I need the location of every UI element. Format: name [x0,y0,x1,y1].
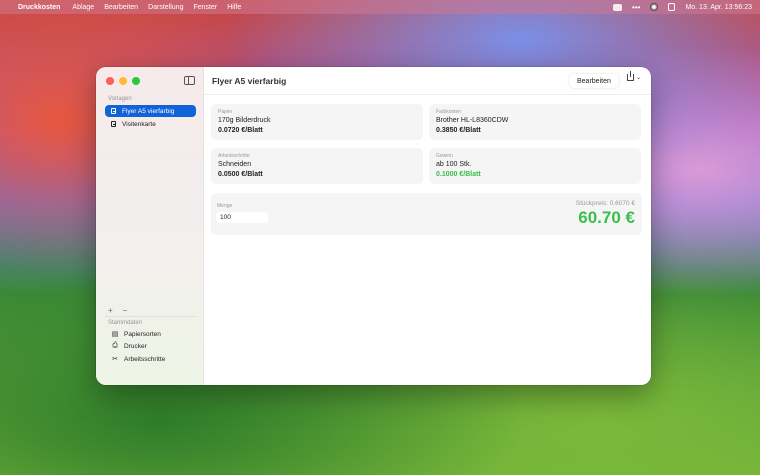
close-window-button[interactable] [106,77,114,85]
sidebar-divider [105,316,197,317]
zoom-window-button[interactable] [132,77,140,85]
sidebar-item-arbeitsschritte[interactable]: ✂ Arbeitsschritte [105,353,196,365]
sidebar-item-drucker[interactable]: ⎙ Drucker [105,340,196,352]
window-title: Flyer A5 vierfarbig [212,76,287,86]
templates-section-header: Vorlagen [108,96,132,102]
menu-darstellung[interactable]: Darstellung [148,4,183,11]
color-cost-card-name: Brother HL-L8360CDW [436,117,509,124]
work-steps-card-price: 0.0500 €/Blatt [218,171,263,178]
sidebar-item-label: Visitenkarte [122,120,156,128]
document-icon [111,121,116,127]
total-price: 60.70 € [578,208,635,227]
app-window: Vorlagen Flyer A5 vierfarbig Visitenkart… [96,67,651,385]
unit-price: Stückpreis: 0.6070 € [575,200,635,207]
color-cost-card-label: Farbkosten [436,109,462,115]
sidebar-toggle-icon[interactable] [184,76,195,85]
window-controls [106,77,140,85]
menu-bar: Druckkosten Ablage Bearbeiten Darstellun… [0,0,760,14]
menu-ablage[interactable]: Ablage [72,4,94,11]
quantity-label: Menge [217,203,233,209]
minimize-window-button[interactable] [119,77,127,85]
paper-stack-icon: ▤ [111,331,119,338]
share-button[interactable]: ⌄ [627,71,642,81]
sidebar-item-label: Drucker [124,342,147,350]
sidebar: Vorlagen Flyer A5 vierfarbig Visitenkart… [96,67,204,385]
template-add-remove: + − [108,306,127,315]
sidebar-item-papiersorten[interactable]: ▤ Papiersorten [105,328,196,340]
quantity-card: Menge Stückpreis: 0.6070 € 60.70 € [211,193,642,235]
sidebar-item-visitenkarte[interactable]: Visitenkarte [105,118,196,130]
work-steps-card[interactable]: Arbeitsschritte Schneiden 0.0500 €/Blatt [211,148,423,184]
menu-fenster[interactable]: Fenster [193,4,217,11]
profit-card-label: Gewinn [436,153,453,159]
tray-app-icon[interactable] [613,3,623,11]
work-steps-card-name: Schneiden [218,161,252,168]
add-template-button[interactable]: + [108,306,113,315]
paper-card-name: 170g Bilderdruck [218,117,271,124]
sidebar-item-label: Arbeitsschritte [124,355,166,363]
remove-template-button[interactable]: − [123,306,128,315]
status-tray: ••• Mo. 13. Apr. 13:56:23 [613,3,752,12]
paper-card-price: 0.0720 €/Blatt [218,127,263,134]
quantity-input[interactable] [216,212,268,223]
chevron-down-icon: ⌄ [636,75,642,81]
color-cost-card-price: 0.3850 €/Blatt [436,127,481,134]
color-cost-card[interactable]: Farbkosten Brother HL-L8360CDW 0.3850 €/… [429,104,641,140]
work-steps-card-label: Arbeitsschritte [218,153,250,159]
sidebar-item-flyer-a5[interactable]: Flyer A5 vierfarbig [105,105,196,117]
profit-card-price: 0.1000 €/Blatt [436,171,481,178]
tray-more-icon[interactable]: ••• [632,3,640,12]
control-center-icon[interactable] [668,3,676,11]
window-toolbar: Flyer A5 vierfarbig Bearbeiten ⌄ [204,67,651,95]
scissors-icon: ✂ [112,356,118,363]
sidebar-item-label: Papiersorten [124,330,161,338]
menu-bearbeiten[interactable]: Bearbeiten [104,4,138,11]
edit-button[interactable]: Bearbeiten [569,74,619,88]
siri-icon[interactable] [650,3,659,11]
sidebar-item-label: Flyer A5 vierfarbig [122,107,175,115]
printer-icon: ⎙ [112,342,118,349]
paper-card[interactable]: Papier 170g Bilderdruck 0.0720 €/Blatt [211,104,423,140]
document-icon [111,108,116,114]
menu-hilfe[interactable]: Hilfe [227,4,241,11]
menu-app-name[interactable]: Druckkosten [18,4,60,11]
share-icon [627,71,634,81]
profit-card-name: ab 100 Stk. [436,161,472,168]
profit-card[interactable]: Gewinn ab 100 Stk. 0.1000 €/Blatt [429,148,641,184]
master-data-section-header: Stammdaten [108,320,143,326]
menu-clock[interactable]: Mo. 13. Apr. 13:56:23 [685,4,752,11]
paper-card-label: Papier [218,109,233,115]
